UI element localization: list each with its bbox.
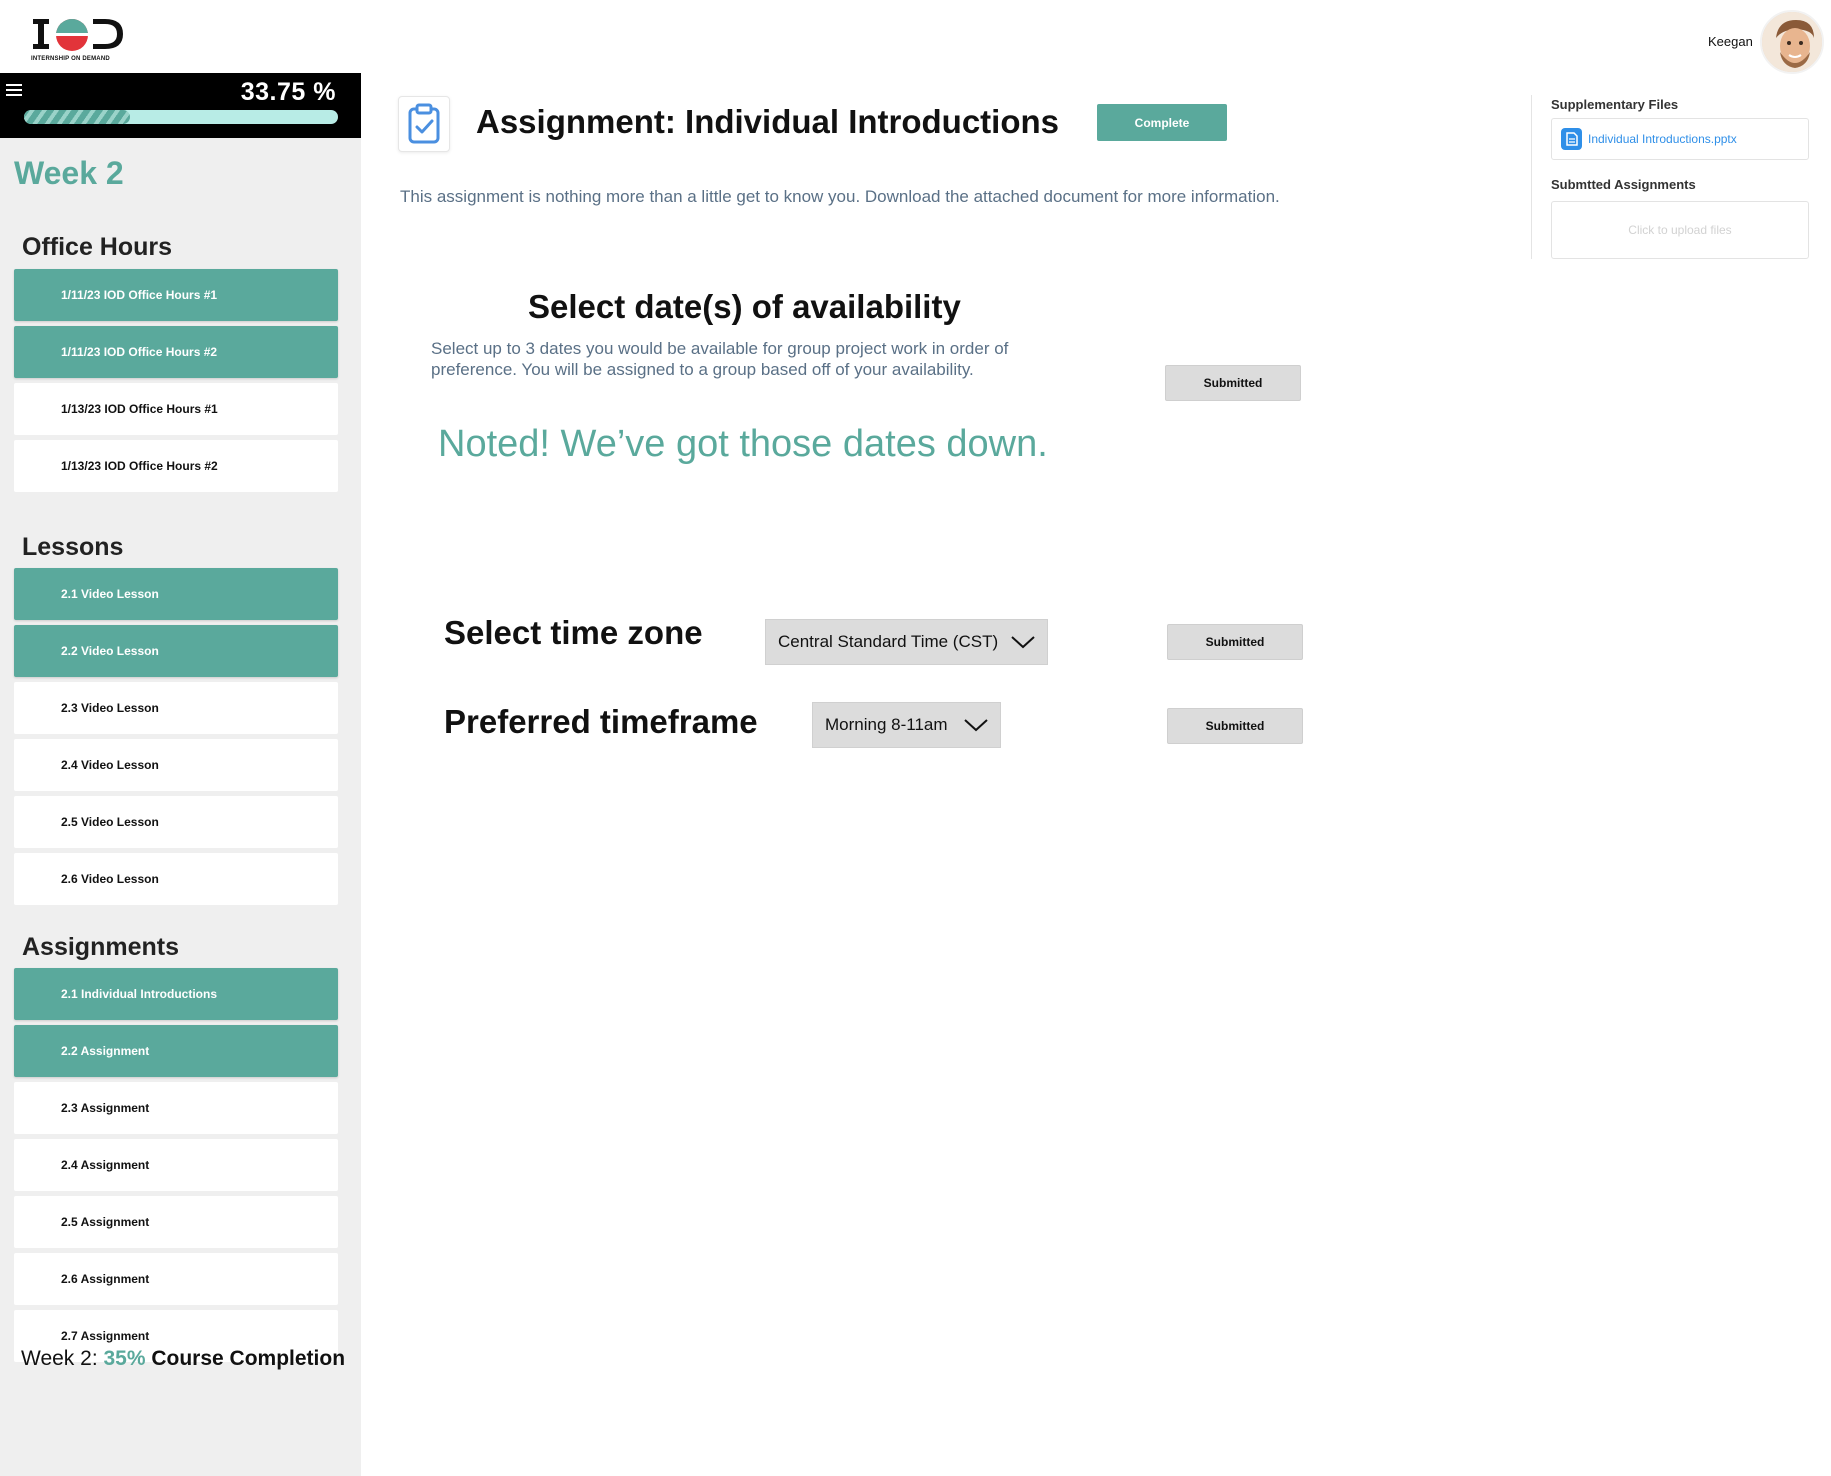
assignment-item-label: 2.4 Assignment xyxy=(61,1158,150,1172)
dates-confirmation: Noted! We’ve got those dates down. xyxy=(438,423,1048,465)
menu-icon[interactable] xyxy=(6,84,22,96)
upload-dropzone[interactable]: Click to upload files xyxy=(1551,201,1809,259)
timezone-submitted-button[interactable]: Submitted xyxy=(1167,624,1303,660)
document-icon xyxy=(1561,128,1582,150)
assignment-item[interactable]: 2.1 Individual Introductions xyxy=(14,968,338,1020)
assignment-title: Assignment: Individual Introductions xyxy=(476,103,1060,140)
office-hours-item-label: 1/11/23 IOD Office Hours #1 xyxy=(61,288,218,302)
course-sidebar: 33.75 % Week 2 Office Hours 1/11/23 IOD … xyxy=(0,73,361,1476)
timezone-select[interactable]: Central Standard Time (CST) xyxy=(765,619,1048,665)
lesson-item[interactable]: 2.3 Video Lesson xyxy=(14,682,338,734)
lesson-item-label: 2.4 Video Lesson xyxy=(61,758,159,772)
timezone-selected-value: Central Standard Time (CST) xyxy=(778,632,999,651)
dates-heading: Select date(s) of availability xyxy=(528,288,961,325)
office-hours-item-label: 1/13/23 IOD Office Hours #2 xyxy=(61,459,218,473)
week-title: Week 2 xyxy=(14,155,124,191)
assignment-item-label: 2.2 Assignment xyxy=(61,1044,150,1058)
office-hours-item[interactable]: 1/11/23 IOD Office Hours #1 xyxy=(14,269,338,321)
progress-header: 33.75 % xyxy=(0,73,361,138)
office-hours-heading: Office Hours xyxy=(22,233,173,261)
week-completion: Week 2: 35% Course Completion xyxy=(21,1347,345,1371)
timezone-label: Select time zone xyxy=(444,614,703,651)
logo-subtitle: INTERNSHIP ON DEMAND xyxy=(31,56,110,62)
dates-submitted-button[interactable]: Submitted xyxy=(1165,365,1301,401)
timeframe-label: Preferred timeframe xyxy=(444,703,758,740)
assignments-heading: Assignments xyxy=(22,933,179,961)
right-panel-divider xyxy=(1531,95,1532,259)
lesson-item[interactable]: 2.5 Video Lesson xyxy=(14,796,338,848)
lesson-item-label: 2.5 Video Lesson xyxy=(61,815,159,829)
assignment-item-label: 2.5 Assignment xyxy=(61,1215,150,1229)
timeframe-select[interactable]: Morning 8-11am xyxy=(812,702,1001,748)
supplementary-files-heading: Supplementary Files xyxy=(1551,97,1679,112)
office-hours-item-label: 1/11/23 IOD Office Hours #2 xyxy=(61,345,218,359)
assignment-item-label: 2.1 Individual Introductions xyxy=(61,987,218,1001)
lesson-item[interactable]: 2.2 Video Lesson xyxy=(14,625,338,677)
lesson-item-label: 2.2 Video Lesson xyxy=(61,644,159,658)
clipboard-check-icon xyxy=(398,96,450,152)
progress-bar-fill xyxy=(24,110,130,124)
assignment-item[interactable]: 2.2 Assignment xyxy=(14,1025,338,1077)
assignment-description: This assignment is nothing more than a l… xyxy=(400,187,1280,206)
timeframe-submitted-button[interactable]: Submitted xyxy=(1167,708,1303,744)
lessons-heading: Lessons xyxy=(22,533,124,561)
week-completion-suffix: Course Completion xyxy=(145,1347,346,1370)
office-hours-item-label: 1/13/23 IOD Office Hours #1 xyxy=(61,402,218,416)
lesson-item[interactable]: 2.4 Video Lesson xyxy=(14,739,338,791)
assignment-item-label: 2.6 Assignment xyxy=(61,1272,150,1286)
office-hours-item[interactable]: 1/11/23 IOD Office Hours #2 xyxy=(14,326,338,378)
assignment-item[interactable]: 2.5 Assignment xyxy=(14,1196,338,1248)
lesson-item-label: 2.3 Video Lesson xyxy=(61,701,159,715)
assignment-item-label: 2.7 Assignment xyxy=(61,1329,150,1343)
week-completion-prefix: Week 2: xyxy=(21,1347,104,1370)
assignment-item[interactable]: 2.3 Assignment xyxy=(14,1082,338,1134)
assignment-item[interactable]: 2.4 Assignment xyxy=(14,1139,338,1191)
chevron-down-icon xyxy=(1011,636,1035,649)
submitted-assignments-heading: Submtted Assignments xyxy=(1551,177,1696,192)
user-name[interactable]: Keegan xyxy=(1708,34,1753,49)
chevron-down-icon xyxy=(964,719,988,732)
lesson-item[interactable]: 2.6 Video Lesson xyxy=(14,853,338,905)
assignment-item-label: 2.3 Assignment xyxy=(61,1101,150,1115)
assignment-item[interactable]: 2.6 Assignment xyxy=(14,1253,338,1305)
lesson-item-label: 2.1 Video Lesson xyxy=(61,587,159,601)
lesson-item-label: 2.6 Video Lesson xyxy=(61,872,159,886)
upload-placeholder: Click to upload files xyxy=(1628,223,1732,237)
timeframe-selected-value: Morning 8-11am xyxy=(825,715,948,734)
user-avatar[interactable] xyxy=(1760,10,1824,74)
iod-logo[interactable]: INTERNSHIP ON DEMAND xyxy=(31,16,135,66)
dates-description: Select up to 3 dates you would be availa… xyxy=(431,339,1009,379)
supplementary-file-link[interactable]: Individual Introductions.pptx xyxy=(1551,118,1809,160)
office-hours-item[interactable]: 1/13/23 IOD Office Hours #1 xyxy=(14,383,338,435)
office-hours-item[interactable]: 1/13/23 IOD Office Hours #2 xyxy=(14,440,338,492)
lesson-item[interactable]: 2.1 Video Lesson xyxy=(14,568,338,620)
supplementary-file-name: Individual Introductions.pptx xyxy=(1588,132,1737,146)
progress-bar xyxy=(24,110,338,124)
week-completion-percent: 35% xyxy=(103,1347,146,1370)
complete-button[interactable]: Complete xyxy=(1097,104,1227,141)
progress-percent: 33.75 % xyxy=(240,78,336,106)
